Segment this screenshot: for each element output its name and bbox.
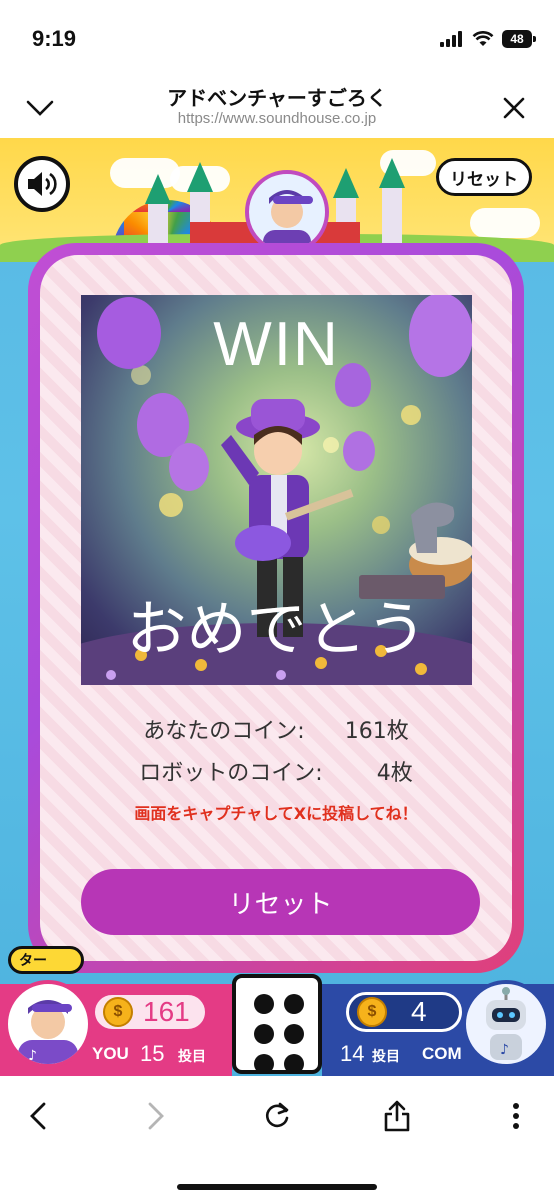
- share-message: 画面をキャプチャしてXに投稿してね！: [134, 804, 418, 823]
- status-bar: 9:19 48: [0, 0, 554, 80]
- status-time: 9:19: [32, 26, 77, 51]
- win-heading: WIN: [213, 310, 340, 379]
- close-button[interactable]: [494, 88, 534, 128]
- robot-coins-label: ロボットのコイン:: [139, 761, 323, 786]
- dice-pip: [284, 1024, 304, 1044]
- svg-text:♪: ♪: [28, 1048, 37, 1064]
- robot-coin-count: 4: [411, 996, 427, 1027]
- turn-tag: ター: [8, 946, 84, 974]
- status-icons: 48: [440, 30, 536, 48]
- robot-avatar: ♪: [462, 980, 550, 1068]
- share-icon: [384, 1100, 410, 1132]
- dice-pip: [284, 994, 304, 1014]
- page-title: アドベンチャーすごろく: [167, 86, 387, 110]
- player-coins-label: あなたのコイン:: [143, 719, 305, 744]
- player-avatar-icon: [263, 190, 313, 250]
- dice-button[interactable]: [232, 974, 322, 1074]
- chevron-right-icon: [148, 1102, 164, 1130]
- signal-icon: [440, 31, 462, 47]
- svg-text:♪: ♪: [500, 1042, 509, 1058]
- robot-coin-result: ロボットのコイン: 4枚: [40, 755, 512, 787]
- browser-header: アドベンチャーすごろく https://www.soundhouse.co.jp: [0, 76, 554, 138]
- wifi-icon: [472, 31, 494, 46]
- battery-icon: 48: [502, 30, 536, 48]
- player-turn-count: 15: [140, 1041, 165, 1066]
- player-turn-unit: 投目: [178, 1049, 206, 1065]
- robot-coins-value: 4枚: [376, 761, 413, 786]
- dice-pip: [254, 994, 274, 1014]
- cloud: [470, 208, 540, 238]
- browser-toolbar: [0, 1076, 554, 1200]
- dice-pip: [254, 1024, 274, 1044]
- speaker-icon: [28, 172, 57, 196]
- coin-icon: $: [103, 997, 133, 1027]
- dice-pip: [284, 1054, 304, 1074]
- player-coin-result: あなたのコイン: 161枚: [40, 713, 512, 745]
- player-avatar-icon: ♪: [18, 1000, 78, 1064]
- robot-avatar-icon: ♪: [486, 987, 526, 1060]
- win-dialog-body: WIN おめでとう あなたのコイン: 161枚 ロボットのコイン: 4枚 画面を…: [40, 255, 512, 961]
- back-button[interactable]: [16, 1094, 60, 1138]
- reset-button-top[interactable]: リセット: [436, 158, 532, 196]
- win-illustration: WIN おめでとう: [81, 295, 472, 685]
- player-name: YOU: [92, 1044, 129, 1063]
- player-avatar: ♪: [4, 980, 92, 1068]
- dice-pip: [254, 1054, 274, 1074]
- robot-coin-counter: $ 4: [346, 992, 462, 1032]
- sound-toggle-button[interactable]: [14, 156, 70, 212]
- home-indicator[interactable]: [177, 1184, 377, 1190]
- robot-turn-unit: 投目: [372, 1049, 400, 1065]
- game-board: リセット WIN おめでとう あなたのコイン: 161枚 ロボットのコイン: 4…: [0, 138, 554, 1076]
- page-url[interactable]: https://www.soundhouse.co.jp: [0, 110, 554, 127]
- share-button[interactable]: [375, 1094, 419, 1138]
- reload-button[interactable]: [255, 1094, 299, 1138]
- more-menu-button[interactable]: [494, 1094, 538, 1138]
- robot-name: COM: [422, 1044, 462, 1063]
- player-coins-value: 161枚: [344, 719, 409, 744]
- close-icon: [503, 97, 525, 119]
- player-token: [245, 170, 329, 254]
- coin-icon: $: [357, 997, 387, 1027]
- player-coin-count: 161: [143, 996, 190, 1027]
- player-coin-counter: $ 161: [92, 992, 208, 1032]
- robot-turn-count: 14: [340, 1041, 365, 1066]
- forward-button[interactable]: [134, 1094, 178, 1138]
- reset-button[interactable]: リセット: [81, 869, 480, 935]
- congratulations-heading: おめでとう: [126, 595, 427, 665]
- more-vertical-icon: [513, 1103, 519, 1129]
- reload-icon: [266, 1102, 289, 1128]
- chevron-left-icon: [30, 1102, 46, 1130]
- win-dialog: WIN おめでとう あなたのコイン: 161枚 ロボットのコイン: 4枚 画面を…: [28, 243, 524, 973]
